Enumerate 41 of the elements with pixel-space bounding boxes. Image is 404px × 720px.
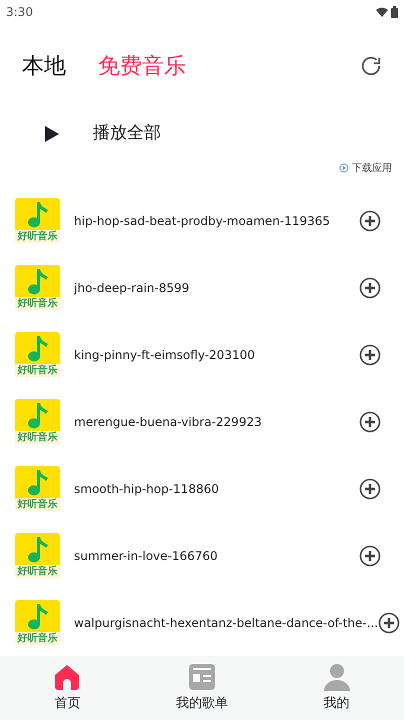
tab[interactable]: 本地 [22,50,66,83]
music-note-icon [26,334,48,362]
cover-label: 好听音乐 [15,431,60,444]
play-circle-icon [339,163,349,174]
cover-label: 好听音乐 [15,565,60,578]
song-title[interactable]: king-pinny-ft-eimsofly-203100 [74,346,359,364]
add-icon[interactable] [359,410,381,433]
music-note-icon [26,200,48,228]
song-title[interactable]: walpurgisnacht-hexentanz-beltane-dance-of-the-... [74,614,378,632]
download-app-link[interactable]: 下载应用 [352,160,392,176]
add-icon[interactable] [359,544,381,567]
play-all-button[interactable]: 播放全部 [93,121,161,147]
tab[interactable]: 免费音乐 [98,50,186,83]
add-icon[interactable] [378,612,400,634]
song-title[interactable]: summer-in-love-166760 [74,546,359,565]
music-note-icon [26,401,48,430]
cover-label: 好听音乐 [15,297,60,310]
cover-label: 好听音乐 [15,632,60,646]
add-icon[interactable] [359,210,381,232]
music-note-icon [26,535,48,564]
add-icon[interactable] [359,344,381,366]
cover-label: 好听音乐 [15,230,60,244]
cover-label: 好听音乐 [15,364,60,378]
music-note-icon [26,602,48,630]
refresh-icon[interactable] [360,55,382,78]
add-icon[interactable] [359,276,381,299]
song-title[interactable]: merengue-buena-vibra-229923 [74,412,359,431]
add-icon[interactable] [359,478,381,500]
song-title[interactable]: hip-hop-sad-beat-prodby-moamen-119365 [74,212,359,230]
music-note-icon [26,468,48,496]
play-icon[interactable] [45,126,59,142]
nav-tab[interactable]: 我的歌单 [146,662,257,714]
status-time: 3:30 [6,4,33,22]
nav-tab[interactable]: 首页 [12,662,122,714]
music-note-icon [26,267,48,296]
song-title[interactable]: smooth-hip-hop-118860 [74,480,359,498]
wifi-icon [376,7,388,18]
nav-tab[interactable]: 我的 [282,662,392,714]
song-title[interactable]: jho-deep-rain-8599 [74,278,359,297]
battery-icon [391,6,398,18]
cover-label: 好听音乐 [15,498,60,512]
